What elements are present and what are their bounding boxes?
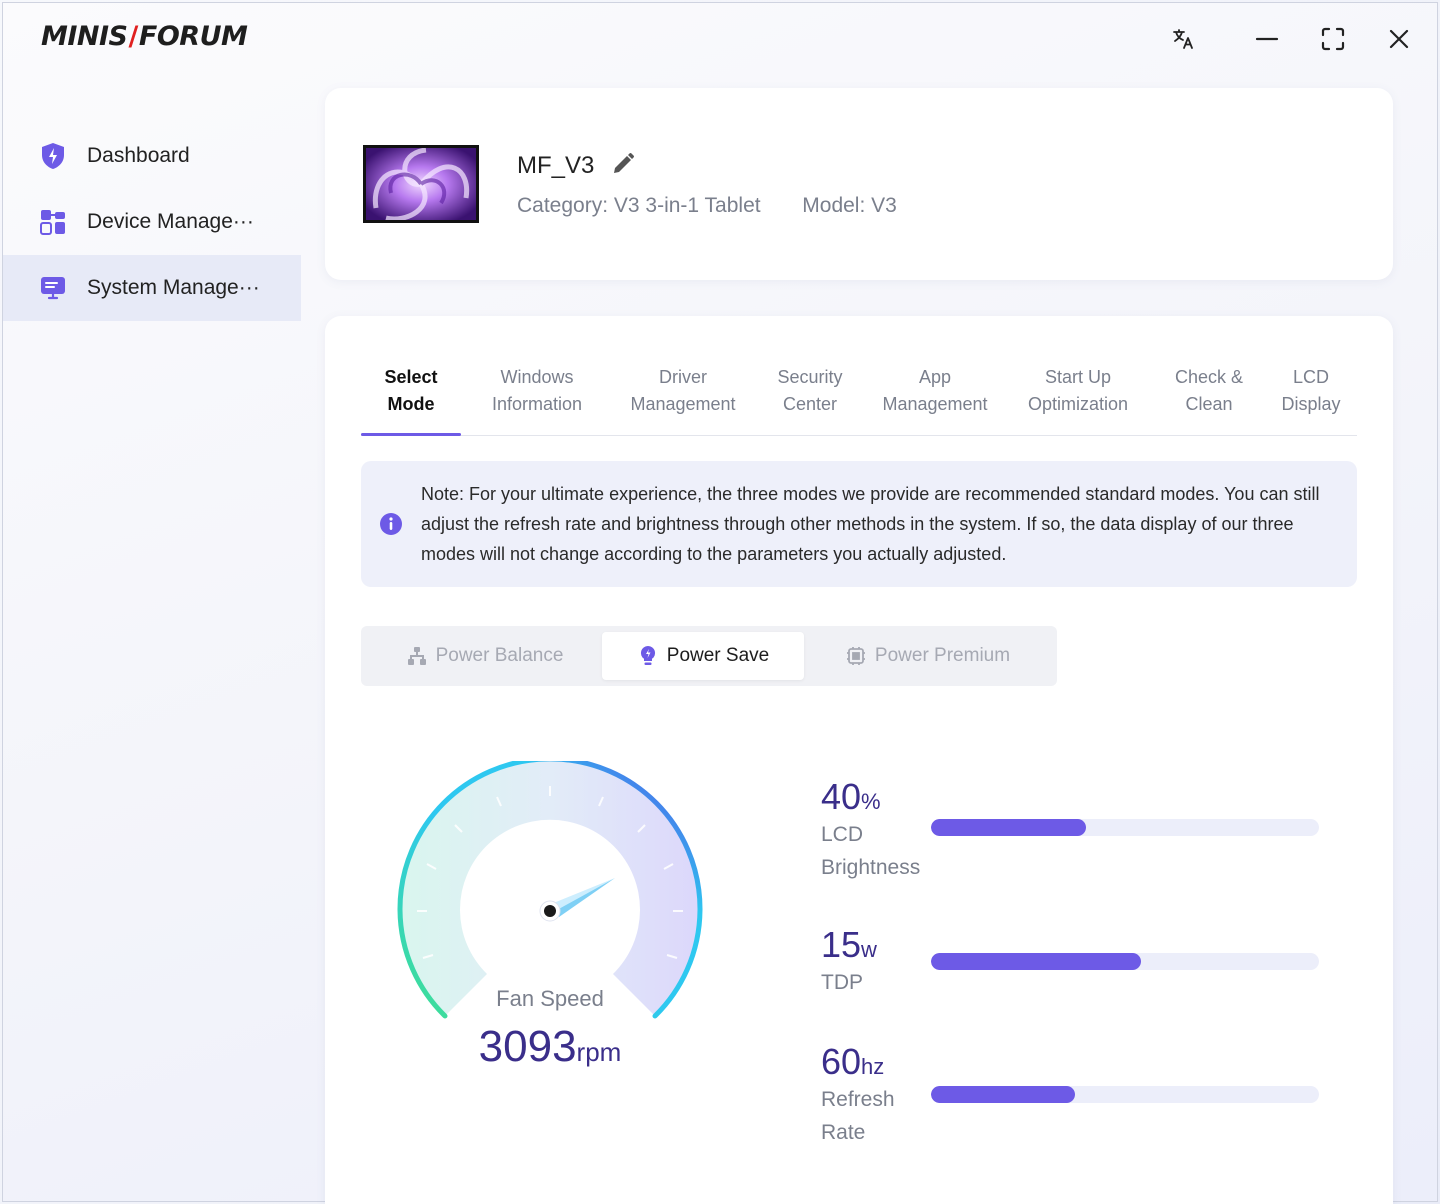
refresh-rate-fill [931,1086,1075,1103]
device-blocks-icon [39,208,67,236]
stat-value: 60hz [821,1041,885,1082]
mode-selector: Power Balance Power Save Power Premium [361,626,1057,686]
mode-label: Power Premium [874,645,1011,666]
mode-power-save[interactable]: Power Save [602,632,804,680]
minisforum-logo: MINIS/FORUM [41,21,248,52]
device-meta: Category: V3 3-in-1 Tablet Model: V3 [517,194,897,218]
note-text: Note: For your ultimate experience, the … [421,484,1320,564]
sidebar: Dashboard Device Manage··· System Manage… [3,123,301,321]
stat-label: TDP [821,971,863,994]
tab-lcd-display[interactable]: LCD Display [1265,364,1357,435]
sidebar-item-label: Dashboard [87,144,190,167]
tab-app-management[interactable]: App Management [867,364,1003,435]
main-card: Select Mode Windows Information Driver M… [325,316,1393,1204]
tab-windows-information[interactable]: Windows Information [461,364,613,435]
tdp-fill [931,953,1141,970]
mode-power-balance[interactable]: Power Balance [367,632,602,680]
sidebar-item-dashboard[interactable]: Dashboard [3,123,301,189]
mode-label: Power Balance [435,645,564,666]
bulb-icon [637,645,659,667]
sidebar-item-device-manage[interactable]: Device Manage··· [3,189,301,255]
tab-check-clean[interactable]: Check & Clean [1153,364,1265,435]
chip-icon [845,645,867,667]
edit-pencil-icon[interactable] [611,152,637,178]
tab-security-center[interactable]: Security Center [753,364,867,435]
fan-speed-value: 3093rpm [478,1022,622,1071]
sidebar-item-system-manage[interactable]: System Manage··· [3,255,301,321]
stat-refresh-rate: 60hz Refresh Rate [821,1041,931,1149]
info-icon [379,512,403,536]
tab-driver-management[interactable]: Driver Management [613,364,753,435]
tab-bar: Select Mode Windows Information Driver M… [361,364,1357,436]
lcd-brightness-bar [931,819,1319,836]
shield-bolt-icon [39,142,67,170]
tab-select-mode[interactable]: Select Mode [361,364,461,436]
note-banner: Note: For your ultimate experience, the … [361,461,1357,587]
network-icon [406,645,428,667]
stat-value: 15w [821,924,877,965]
fan-speed-label: Fan Speed [496,986,604,1011]
translate-icon[interactable] [1165,21,1201,57]
fan-speed-gauge [395,756,705,1061]
refresh-rate-bar [931,1086,1319,1103]
sidebar-item-label: System Manage··· [87,276,260,299]
minimize-icon[interactable] [1249,21,1285,57]
tdp-bar [931,953,1319,970]
stat-label: LCD Brightness [821,823,921,879]
device-card: MF_V3 Category: V3 3-in-1 Tablet Model: … [325,88,1393,280]
monitor-icon [39,274,67,302]
app-window: MINIS/FORUM Dashboard Device Manage··· S… [2,2,1438,1204]
sidebar-item-label: Device Manage··· [87,210,254,233]
stat-lcd-brightness: 40% LCD Brightness [821,776,931,884]
lcd-brightness-fill [931,819,1087,836]
stat-value: 40% [821,776,881,817]
device-model: Model: V3 [802,194,897,217]
stat-tdp: 15w TDP [821,924,931,999]
device-category: Category: V3 3-in-1 Tablet [517,194,761,217]
mode-label: Power Save [666,645,770,666]
stat-label: Refresh Rate [821,1088,895,1144]
maximize-icon[interactable] [1315,21,1351,57]
tab-start-up-optimization[interactable]: Start Up Optimization [1003,364,1153,435]
device-thumbnail [363,145,479,223]
mode-power-premium[interactable]: Power Premium [804,632,1051,680]
device-name: MF_V3 [517,152,595,179]
close-icon[interactable] [1381,21,1417,57]
